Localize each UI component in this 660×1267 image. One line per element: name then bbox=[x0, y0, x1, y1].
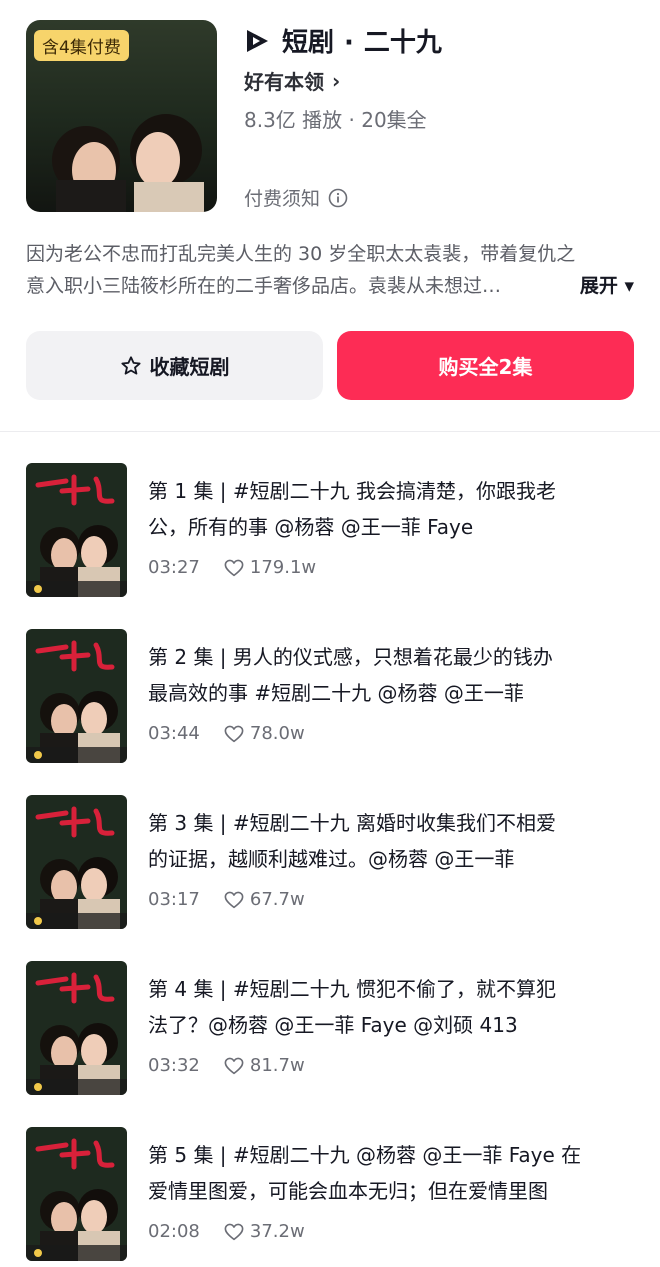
description-line: 意入职小三陆筱杉所在的二手奢侈品店。袁裴从未想过… bbox=[26, 275, 502, 297]
episode-meta: 03:32 81.7w bbox=[148, 1055, 305, 1076]
episode-thumbnail-image bbox=[26, 1127, 127, 1261]
drama-name: 二十九 bbox=[363, 28, 442, 58]
episode-meta: 03:44 78.0w bbox=[148, 723, 305, 744]
episode-thumbnail-image bbox=[26, 961, 127, 1095]
episode-title[interactable]: 第 5 集 | #短剧二十九 @杨蓉 @王一菲 Faye 在爱情里图爱，可能会血… bbox=[148, 1137, 638, 1209]
heart-icon bbox=[224, 559, 244, 576]
drama-title-row: 短剧 · 二十九 bbox=[244, 22, 442, 59]
episode-meta: 03:17 67.7w bbox=[148, 889, 305, 910]
title-separator: · bbox=[344, 28, 354, 58]
episode-title-line: 公，所有的事 @杨蓉 @王一菲 Faye bbox=[148, 515, 474, 539]
episode-title-line: 第 5 集 | #短剧二十九 @杨蓉 @王一菲 Faye 在 bbox=[148, 1143, 582, 1167]
episode-likes: 67.7w bbox=[249, 889, 305, 910]
app-label: 短剧 bbox=[282, 28, 335, 58]
author-link[interactable]: 好有本领 › bbox=[244, 66, 340, 95]
episode-likes: 37.2w bbox=[249, 1221, 305, 1242]
episode-row[interactable]: 第 5 集 | #短剧二十九 @杨蓉 @王一菲 Faye 在爱情里图爱，可能会血… bbox=[0, 1127, 660, 1267]
play-logo-icon bbox=[247, 29, 268, 52]
buy-label: 购买全2集 bbox=[438, 355, 533, 379]
episode-meta: 02:08 37.2w bbox=[148, 1221, 305, 1242]
episode-duration: 03:17 bbox=[148, 889, 200, 910]
episode-title-line: 最高效的事 #短剧二十九 @杨蓉 @王一菲 bbox=[148, 681, 524, 705]
episode-thumbnail[interactable] bbox=[26, 629, 127, 763]
episode-row[interactable]: 第 1 集 | #短剧二十九 我会搞清楚，你跟我老 公，所有的事 @杨蓉 @王一菲… bbox=[0, 463, 660, 603]
paid-episodes-badge: 含4集付费 bbox=[34, 30, 129, 61]
play-stats: 8.3亿 播放 · 20集全 bbox=[244, 108, 427, 132]
episode-title[interactable]: 第 1 集 | #短剧二十九 我会搞清楚，你跟我老 公，所有的事 @杨蓉 @王一菲… bbox=[148, 473, 638, 545]
heart-icon bbox=[224, 891, 244, 908]
episode-row[interactable]: 第 2 集 | 男人的仪式感，只想着花最少的钱办 最高效的事 #短剧二十九 @杨蓉… bbox=[0, 629, 660, 769]
section-divider bbox=[0, 431, 660, 432]
episode-title[interactable]: 第 2 集 | 男人的仪式感，只想着花最少的钱办 最高效的事 #短剧二十九 @杨蓉… bbox=[148, 639, 638, 711]
star-icon bbox=[120, 355, 141, 375]
episode-title-line: 第 2 集 | 男人的仪式感，只想着花最少的钱办 bbox=[148, 645, 553, 669]
favorite-label: 收藏短剧 bbox=[149, 355, 230, 379]
episode-title-line: 法了？@杨蓉 @王一菲 Faye @刘硕 413 bbox=[148, 1013, 518, 1037]
episode-title[interactable]: 第 3 集 | #短剧二十九 离婚时收集我们不相爱 的证据，越顺利越难过。@杨蓉 … bbox=[148, 805, 638, 877]
episode-thumbnail-image bbox=[26, 629, 127, 763]
episode-likes: 81.7w bbox=[249, 1055, 305, 1076]
episode-duration: 02:08 bbox=[148, 1221, 200, 1242]
buy-all-button[interactable]: 购买全2集 bbox=[337, 331, 634, 400]
drama-description: 因为老公不忠而打乱完美人生的 30 岁全职太太袁裴，带着复仇之 意入职小三陆筱杉… bbox=[26, 238, 634, 302]
episode-meta: 03:27 179.1w bbox=[148, 557, 316, 578]
heart-icon bbox=[224, 725, 244, 742]
episode-title-line: 第 1 集 | #短剧二十九 我会搞清楚，你跟我老 bbox=[148, 479, 557, 503]
pay-notice-label: 付费须知 bbox=[244, 188, 321, 210]
episode-duration: 03:27 bbox=[148, 557, 200, 578]
favorite-drama-button[interactable]: 收藏短剧 bbox=[26, 331, 323, 400]
episode-thumbnail[interactable] bbox=[26, 463, 127, 597]
drama-title: 短剧 · 二十九 bbox=[282, 22, 442, 59]
chevron-right-icon: › bbox=[332, 68, 341, 93]
episode-title-line: 的证据，越顺利越难过。@杨蓉 @王一菲 bbox=[148, 847, 515, 871]
info-icon bbox=[328, 188, 348, 207]
episode-thumbnail-image bbox=[26, 795, 127, 929]
episode-thumbnail[interactable] bbox=[26, 795, 127, 929]
episode-title[interactable]: 第 4 集 | #短剧二十九 惯犯不偷了，就不算犯 法了？@杨蓉 @王一菲 Fay… bbox=[148, 971, 638, 1043]
heart-icon bbox=[224, 1223, 244, 1240]
episode-duration: 03:44 bbox=[148, 723, 200, 744]
episode-row[interactable]: 第 4 集 | #短剧二十九 惯犯不偷了，就不算犯 法了？@杨蓉 @王一菲 Fay… bbox=[0, 961, 660, 1101]
episode-duration: 03:32 bbox=[148, 1055, 200, 1076]
episode-likes: 179.1w bbox=[249, 557, 317, 578]
author-name: 好有本领 bbox=[244, 70, 324, 94]
episode-title-line: 第 4 集 | #短剧二十九 惯犯不偷了，就不算犯 bbox=[148, 977, 557, 1001]
episode-row[interactable]: 第 3 集 | #短剧二十九 离婚时收集我们不相爱 的证据，越顺利越难过。@杨蓉 … bbox=[0, 795, 660, 935]
episode-thumbnail-image bbox=[26, 463, 127, 597]
expand-description-button[interactable]: 展开 ▾ bbox=[573, 270, 634, 302]
heart-icon bbox=[224, 1057, 244, 1074]
episode-likes: 78.0w bbox=[249, 723, 305, 744]
episode-thumbnail[interactable] bbox=[26, 961, 127, 1095]
episode-thumbnail[interactable] bbox=[26, 1127, 127, 1261]
drama-header: 含4集付费 短剧 · 二十九 好有本领 › 8.3亿 播放 · 20集全 付费须知 … bbox=[0, 0, 660, 432]
description-line: 因为老公不忠而打乱完美人生的 30 岁全职太太袁裴，带着复仇之 bbox=[26, 243, 576, 265]
drama-poster[interactable]: 含4集付费 bbox=[26, 20, 217, 212]
episode-title-line: 爱情里图爱，可能会血本无归；但在爱情里图 bbox=[148, 1179, 548, 1203]
episode-title-line: 第 3 集 | #短剧二十九 离婚时收集我们不相爱 bbox=[148, 811, 557, 835]
pay-notice-link[interactable]: 付费须知 bbox=[244, 184, 348, 211]
